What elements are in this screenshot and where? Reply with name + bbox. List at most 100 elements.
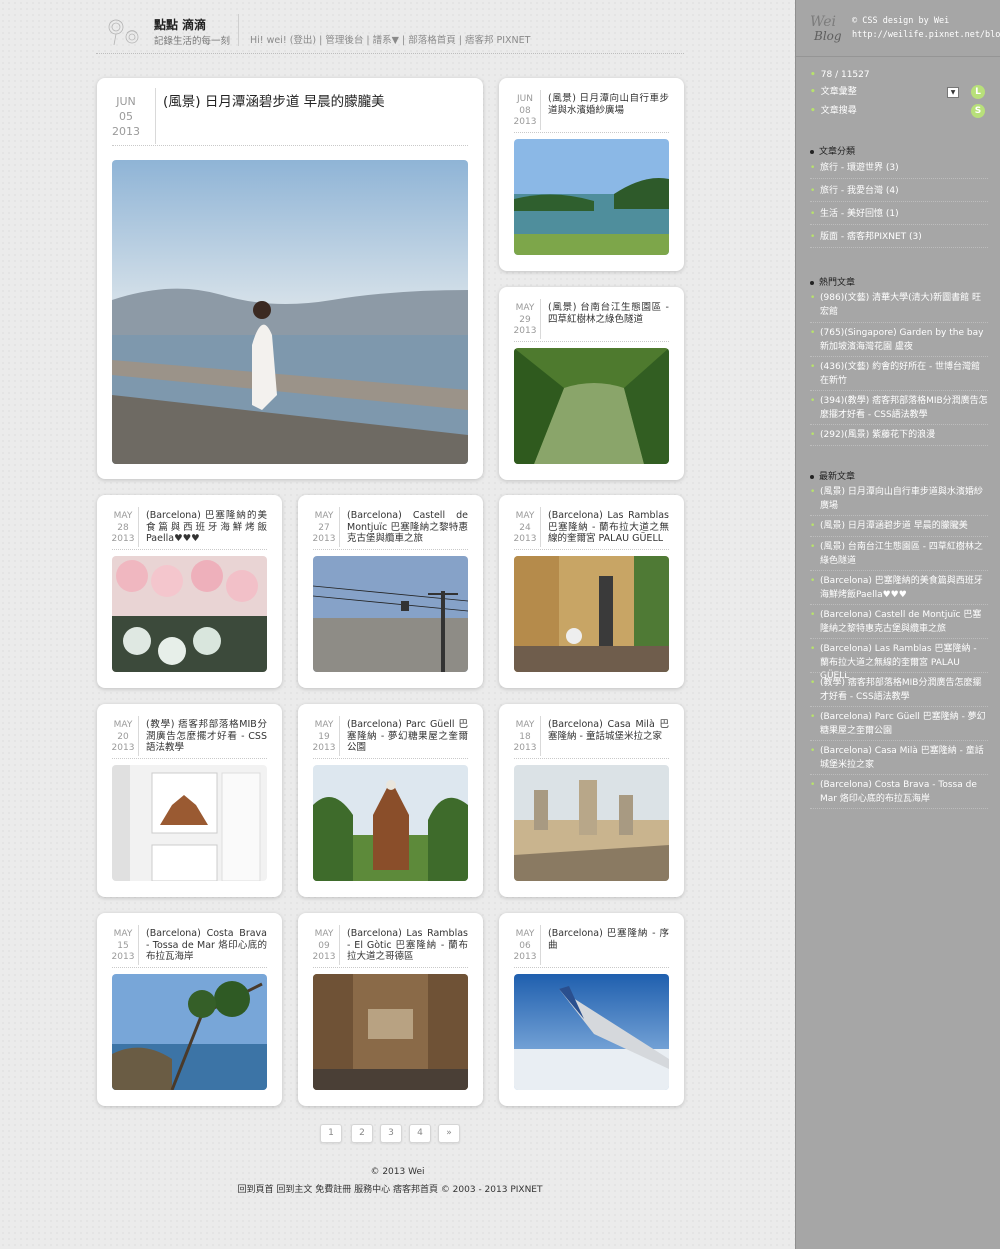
site-title[interactable]: 點點 滴滴 xyxy=(154,16,206,33)
date-divider xyxy=(339,716,340,756)
hot-post-item[interactable]: (436)(文藝) 約會的好所在 - 世博台灣館在新竹 xyxy=(810,361,988,388)
post-title[interactable]: (Barcelona) Parc Güell 巴塞隆納 - 夢幻糖果屋之奎爾公園 xyxy=(347,719,468,754)
blog-home-link[interactable]: 部落格首頁 xyxy=(408,35,456,46)
admin-link[interactable]: 管理後台 xyxy=(325,35,363,46)
hot-post-item[interactable]: (986)(文藝) 清華大學(清大)新圖書館 旺宏館 xyxy=(810,292,988,319)
page-button-2[interactable]: 2 xyxy=(351,1124,373,1143)
post-thumbnail[interactable] xyxy=(313,765,468,881)
logout-link[interactable]: Hi! wei! (登出) xyxy=(250,35,316,46)
post-thumbnail[interactable] xyxy=(112,556,267,672)
post-card[interactable]: MAY 28 2013 (Barcelona) 巴塞隆納的美食篇與西班牙海鮮烤飯Pa… xyxy=(97,495,282,688)
post-thumbnail[interactable] xyxy=(112,160,468,464)
post-card[interactable]: MAY 20 2013 (教學) 痞客邦部落格MIB分潤廣告怎麼擺才好看 - CSS… xyxy=(97,704,282,897)
sidebar-item-divider xyxy=(810,424,988,425)
post-thumbnail[interactable] xyxy=(514,139,669,255)
post-card[interactable]: MAY 24 2013 (Barcelona) Las Ramblas 巴塞隆納 -… xyxy=(499,495,684,688)
post-card[interactable]: MAY 29 2013 (風景) 台南台江生態園區 - 四草紅樹林之綠色隧道 xyxy=(499,287,684,480)
flower-logo-icon[interactable] xyxy=(102,15,146,49)
hot-post-item[interactable]: (394)(教學) 痞客邦部落格MIB分潤廣告怎麼擺才好看 - CSS語法教學 xyxy=(810,395,988,422)
category-item[interactable]: 版面 - 痞客邦PIXNET (3) xyxy=(810,231,988,245)
search-icon[interactable]: S xyxy=(971,104,985,118)
header-divider xyxy=(238,14,239,46)
sidebar-item-divider xyxy=(810,445,988,446)
svg-text:Blog: Blog xyxy=(813,29,842,43)
lineage-menu[interactable]: 譜系▼ xyxy=(373,35,399,46)
latest-post-item[interactable]: (教學) 痞客邦部落格MIB分潤廣告怎麼擺才好看 - CSS語法教學 xyxy=(810,677,988,704)
post-card-featured[interactable]: JUN 05 2013 (風景) 日月潭涵碧步道 早晨的朦朧美 xyxy=(97,78,483,479)
post-card[interactable]: MAY 19 2013 (Barcelona) Parc Güell 巴塞隆納 - … xyxy=(298,704,483,897)
post-thumbnail[interactable] xyxy=(514,974,669,1090)
post-card[interactable]: MAY 18 2013 (Barcelona) Casa Milà 巴塞隆納 - 童… xyxy=(499,704,684,897)
archive-go-icon[interactable]: L xyxy=(971,85,985,99)
date-divider xyxy=(540,925,541,965)
post-title[interactable]: (風景) 日月潭涵碧步道 早晨的朦朧美 xyxy=(163,93,469,111)
post-thumbnail[interactable] xyxy=(313,556,468,672)
post-thumbnail[interactable] xyxy=(313,974,468,1090)
sidebar-item-divider xyxy=(810,356,988,357)
blog-url-link[interactable]: http://weilife.pixnet.net/blog xyxy=(852,28,1000,42)
latest-post-item[interactable]: (風景) 日月潭涵碧步道 早晨的朦朧美 xyxy=(810,520,988,534)
post-thumbnail[interactable] xyxy=(514,765,669,881)
post-date: MAY 15 2013 xyxy=(111,929,135,962)
post-title[interactable]: (Barcelona) 巴塞隆納 - 序曲 xyxy=(548,928,669,951)
sidebar-item-divider xyxy=(810,638,988,639)
next-page-button[interactable]: » xyxy=(438,1124,460,1143)
archive-select[interactable]: • 文章彙整 xyxy=(810,86,988,98)
post-title[interactable]: (Barcelona) Castell de Montjuïc 巴塞隆納之黎特惠… xyxy=(347,510,468,545)
latest-post-item[interactable]: (風景) 台南台江生態園區 - 四草紅樹林之綠色隧道 xyxy=(810,541,988,568)
post-thumbnail[interactable] xyxy=(514,348,669,464)
post-title[interactable]: (Barcelona) Costa Brava - Tossa de Mar 烙… xyxy=(146,928,267,963)
page-button-3[interactable]: 3 xyxy=(380,1124,402,1143)
footer-copyright: © 2013 Wei xyxy=(370,1167,425,1177)
latest-post-item[interactable]: (風景) 日月潭向山自行車步道與水濱婚紗廣場 xyxy=(810,486,988,513)
post-thumbnail[interactable] xyxy=(112,765,267,881)
post-card[interactable]: MAY 15 2013 (Barcelona) Costa Brava - Toss… xyxy=(97,913,282,1106)
latest-post-item[interactable]: (Barcelona) Costa Brava - Tossa de Mar 烙… xyxy=(810,779,988,806)
search-label[interactable]: • 文章搜尋 xyxy=(810,105,988,117)
page-button-4[interactable]: 4 xyxy=(409,1124,431,1143)
date-divider xyxy=(138,716,139,756)
post-title[interactable]: (Barcelona) Las Ramblas 巴塞隆納 - 蘭布拉大道之無線的… xyxy=(548,510,669,545)
date-divider xyxy=(540,299,541,339)
latest-post-item[interactable]: (Barcelona) Casa Milà 巴塞隆納 - 童話城堡米拉之家 xyxy=(810,745,988,772)
latest-post-item[interactable]: (Barcelona) Castell de Montjuïc 巴塞隆納之黎特惠… xyxy=(810,609,988,636)
site-header: 點點 滴滴 記錄生活的每一刻 Hi! wei! (登出) | 管理後台 | 譜系… xyxy=(96,12,684,54)
post-title[interactable]: (風景) 日月潭向山自行車步道與水濱婚紗廣場 xyxy=(548,93,669,116)
category-item[interactable]: 旅行 - 環遊世界 (3) xyxy=(810,162,988,176)
blog-logo[interactable]: Wei Blog xyxy=(804,8,850,48)
title-divider xyxy=(514,967,669,968)
post-date: MAY 29 2013 xyxy=(513,303,537,336)
post-title[interactable]: (Barcelona) Casa Milà 巴塞隆納 - 童話城堡米拉之家 xyxy=(548,719,669,742)
post-card[interactable]: MAY 06 2013 (Barcelona) 巴塞隆納 - 序曲 xyxy=(499,913,684,1106)
post-card[interactable]: MAY 09 2013 (Barcelona) Las Ramblas - El G… xyxy=(298,913,483,1106)
site-subtitle: 記錄生活的每一刻 xyxy=(154,36,231,47)
latest-post-item[interactable]: (Barcelona) 巴塞隆納的美食篇與西班牙海鮮烤飯Paella♥♥♥ xyxy=(810,575,988,602)
post-thumbnail[interactable] xyxy=(112,974,267,1090)
title-divider xyxy=(514,549,669,550)
sidebar-item-divider xyxy=(810,774,988,775)
hot-post-item[interactable]: (765)(Singapore) Garden by the bay 新加坡濱海… xyxy=(810,327,988,354)
hot-post-item[interactable]: (292)(風景) 紫藤花下的浪漫 xyxy=(810,429,988,443)
category-item[interactable]: 生活 - 美好回憶 (1) xyxy=(810,208,988,222)
title-divider xyxy=(313,758,468,759)
page-button-1[interactable]: 1 xyxy=(320,1124,342,1143)
post-title[interactable]: (教學) 痞客邦部落格MIB分潤廣告怎麼擺才好看 - CSS語法教學 xyxy=(146,719,267,754)
svg-text:Wei: Wei xyxy=(810,14,836,30)
post-date: MAY 27 2013 xyxy=(312,511,336,544)
title-divider xyxy=(112,145,468,146)
date-divider xyxy=(155,88,156,144)
footer-links[interactable]: 回到頁首 回到主文 免費註冊 服務中心 痞客邦首頁 © 2003 - 2013 … xyxy=(0,1182,780,1195)
post-title[interactable]: (Barcelona) Las Ramblas - El Gòtic 巴塞隆納 … xyxy=(347,928,468,963)
sidebar-item-divider xyxy=(810,224,988,225)
archive-dropdown-icon[interactable]: ▼ xyxy=(947,87,959,98)
post-card[interactable]: MAY 27 2013 (Barcelona) Castell de Montjuï… xyxy=(298,495,483,688)
post-title[interactable]: (風景) 台南台江生態園區 - 四草紅樹林之綠色隧道 xyxy=(548,302,669,325)
latest-post-item[interactable]: (Barcelona) Parc Güell 巴塞隆納 - 夢幻糖果屋之奎爾公園 xyxy=(810,711,988,738)
category-item[interactable]: 旅行 - 我愛台灣 (4) xyxy=(810,185,988,199)
post-thumbnail[interactable] xyxy=(514,556,669,672)
post-card[interactable]: JUN 08 2013 (風景) 日月潭向山自行車步道與水濱婚紗廣場 xyxy=(499,78,684,271)
post-date: MAY 09 2013 xyxy=(312,929,336,962)
pixnet-link[interactable]: 痞客邦 PIXNET xyxy=(465,35,530,46)
post-title[interactable]: (Barcelona) 巴塞隆納的美食篇與西班牙海鮮烤飯Paella♥♥♥ xyxy=(146,510,267,545)
title-divider xyxy=(313,549,468,550)
